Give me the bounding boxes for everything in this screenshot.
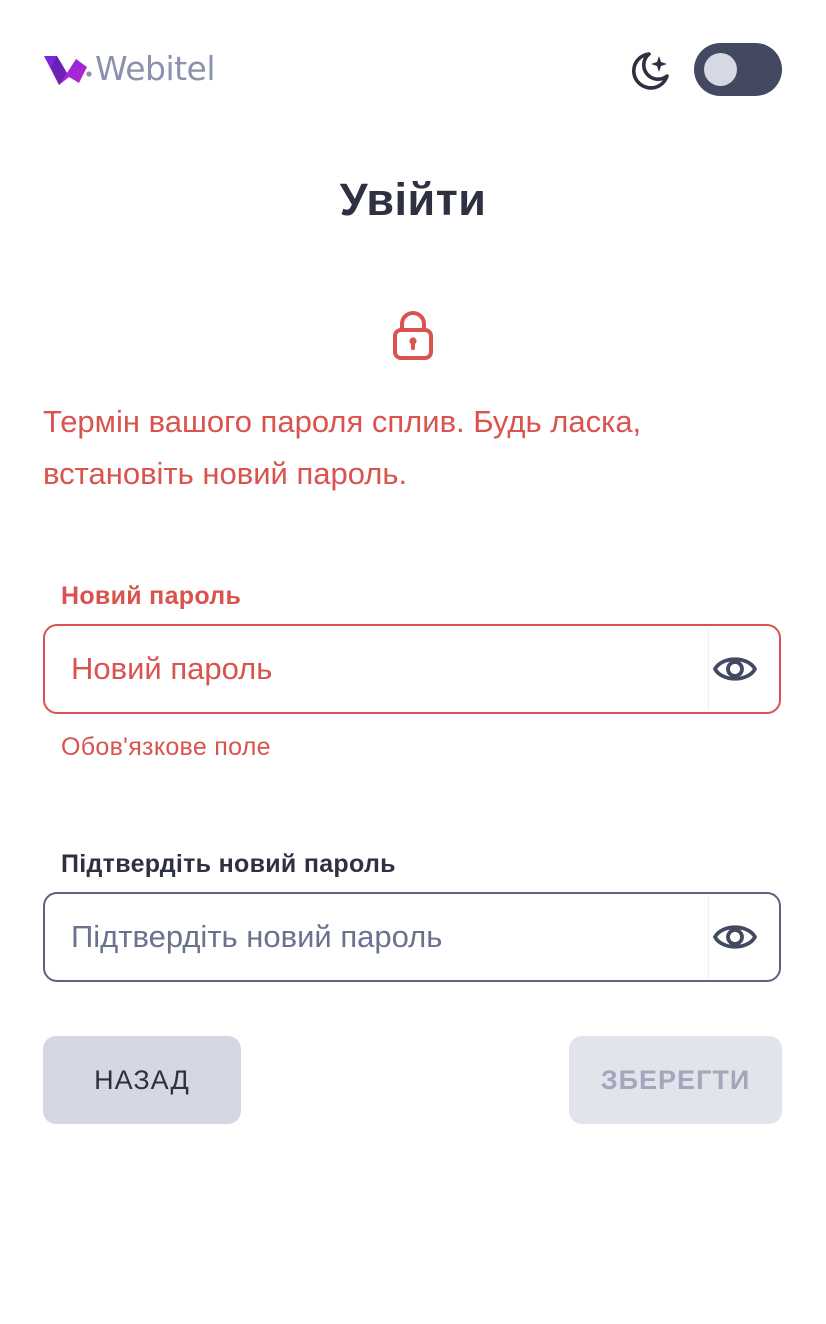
- webitel-logo-icon: [44, 56, 92, 85]
- theme-toggle[interactable]: [694, 43, 782, 96]
- save-button[interactable]: ЗБЕРЕГТИ: [569, 1036, 782, 1124]
- eye-icon[interactable]: [712, 650, 758, 688]
- new-password-field[interactable]: [43, 624, 781, 714]
- new-password-label: Новий пароль: [61, 582, 242, 610]
- logo-text: Webitel: [95, 49, 216, 88]
- back-button[interactable]: НАЗАД: [43, 1036, 241, 1124]
- page-title: Увійти: [339, 174, 487, 225]
- lock-icon: [393, 311, 433, 360]
- new-password-input[interactable]: [71, 626, 691, 712]
- field-divider: [708, 896, 709, 978]
- moon-stars-icon[interactable]: [627, 48, 673, 94]
- password-expired-message: Термін вашого пароля сплив. Будь ласка, …: [43, 404, 642, 491]
- confirm-password-input[interactable]: [71, 894, 691, 980]
- confirm-password-label: Підтвердіть новий пароль: [61, 850, 396, 878]
- webitel-logo[interactable]: Webitel: [43, 49, 216, 88]
- toggle-knob: [704, 53, 737, 86]
- required-field-error: Обов'язкове поле: [61, 733, 271, 761]
- eye-icon[interactable]: [712, 918, 758, 956]
- header: Webitel: [43, 40, 783, 98]
- confirm-password-field[interactable]: [43, 892, 781, 982]
- field-divider: [708, 628, 709, 710]
